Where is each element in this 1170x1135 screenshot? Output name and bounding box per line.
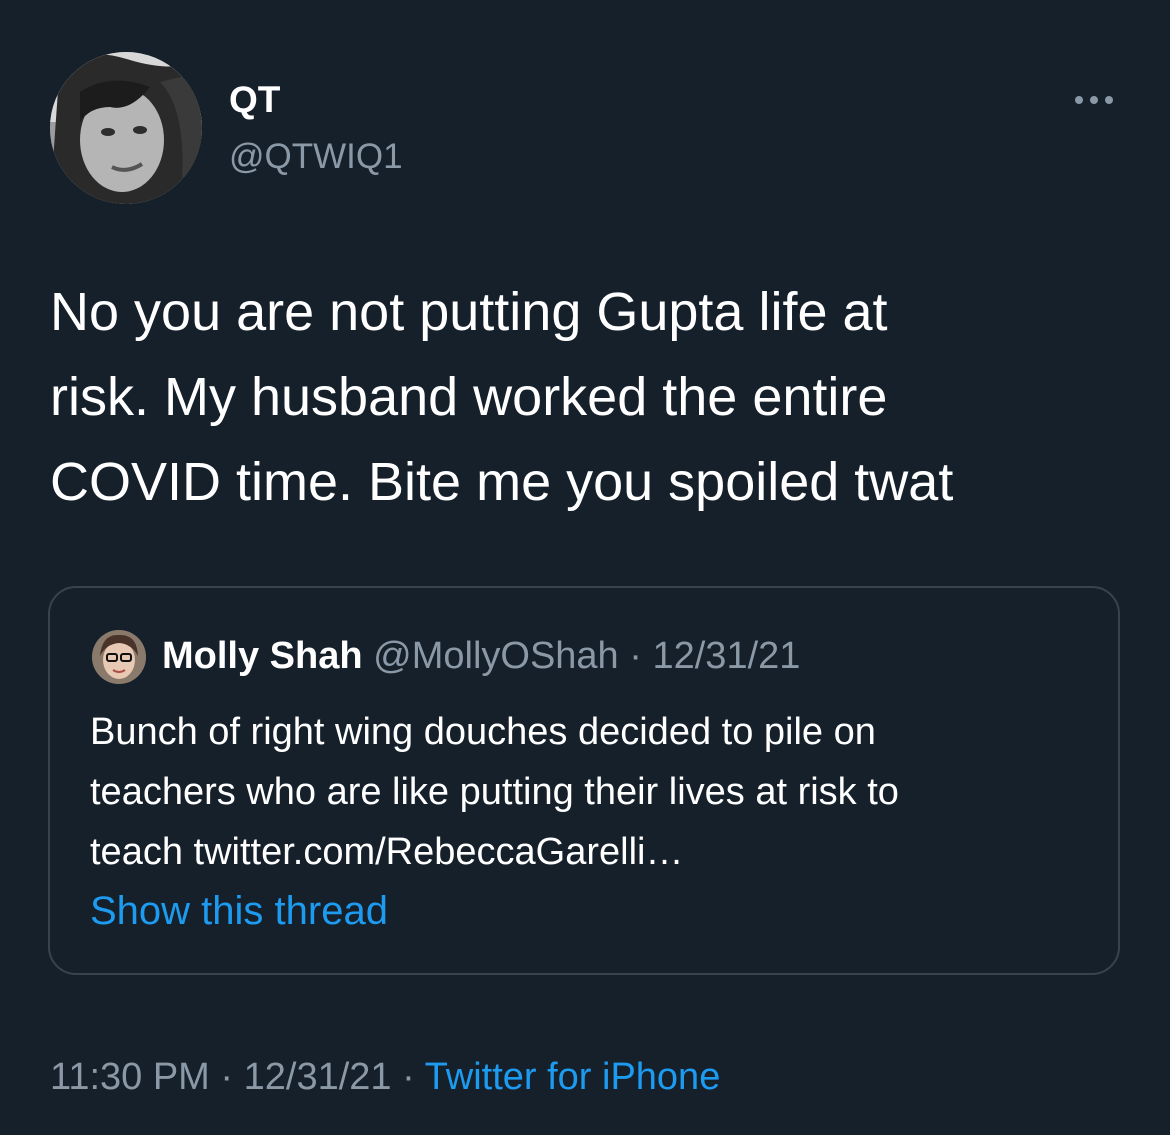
author-display-name[interactable]: QT [229,78,280,122]
author-handle[interactable]: @QTWIQ1 [229,136,403,178]
quoted-author-handle[interactable]: @MollyOShah [373,635,619,677]
profile-photo-icon [50,52,202,204]
footer-separator: · [402,1056,415,1098]
author-avatar[interactable] [50,52,202,204]
ellipsis-icon[interactable] [1064,80,1124,120]
quoted-author-name[interactable]: Molly Shah [162,635,363,677]
tweet-detail: QT @QTWIQ1 No you are not putting Gupta … [0,0,1170,1135]
quoted-tweet-date[interactable]: 12/31/21 [652,635,800,677]
quoted-author-avatar[interactable] [92,630,146,684]
quoted-profile-photo-icon [92,630,146,684]
show-thread-link[interactable]: Show this thread [90,885,388,937]
tweet-source-link[interactable]: Twitter for iPhone [425,1056,721,1098]
tweet-footer-meta: 11:30 PM · 12/31/21 · Twitter for iPhone [50,1052,720,1102]
quoted-tweet-text: Bunch of right wing douches decided to p… [90,711,899,873]
tweet-time[interactable]: 11:30 PM [50,1056,210,1098]
tweet-date[interactable]: 12/31/21 [244,1056,392,1098]
tweet-text: No you are not putting Gupta life at ris… [50,282,954,512]
quoted-tweet-card[interactable]: Molly Shah @MollyOShah · 12/31/21 Bunch … [48,586,1120,975]
quoted-tweet-header: Molly Shah @MollyOShah · 12/31/21 [162,632,800,680]
footer-separator: · [220,1056,234,1098]
quoted-meta-separator: · [629,635,642,677]
